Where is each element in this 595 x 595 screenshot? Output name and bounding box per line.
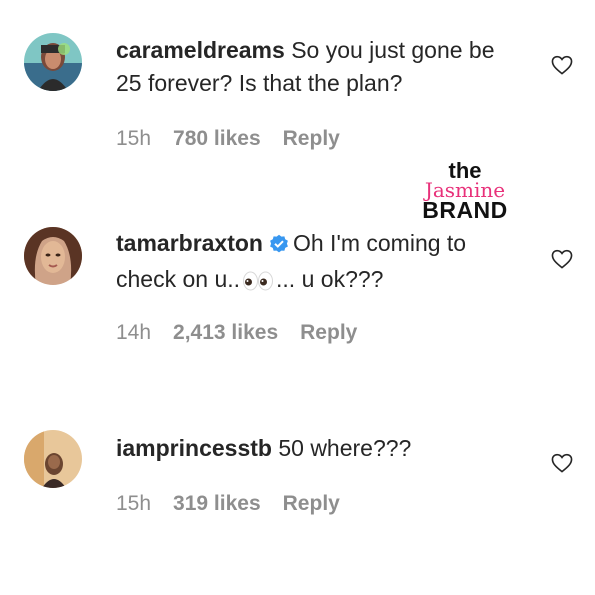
- reply-button[interactable]: Reply: [283, 127, 340, 150]
- comment-body: 50 where???: [278, 435, 412, 461]
- username[interactable]: iamprincesstb: [116, 435, 272, 461]
- likes-count[interactable]: 780 likes: [173, 127, 261, 150]
- likes-count[interactable]: 319 likes: [173, 492, 261, 515]
- username[interactable]: carameldreams: [116, 37, 285, 63]
- heart-icon[interactable]: [551, 249, 573, 269]
- comment-meta: 14h 2,413 likes Reply: [116, 321, 357, 345]
- heart-icon[interactable]: [551, 453, 573, 473]
- heart-icon[interactable]: [551, 55, 573, 75]
- watermark-logo: the Jasmine BRAND: [410, 160, 520, 222]
- eyes-emoji-icon: [242, 267, 274, 300]
- comment-text: tamarbraxton Oh I'm coming to check on u.…: [116, 227, 526, 300]
- likes-count[interactable]: 2,413 likes: [173, 321, 278, 344]
- comment-meta: 15h 319 likes Reply: [116, 492, 340, 516]
- avatar[interactable]: [24, 33, 82, 91]
- timestamp[interactable]: 14h: [116, 321, 151, 344]
- comment-meta: 15h 780 likes Reply: [116, 127, 340, 151]
- comment-text: iamprincesstb 50 where???: [116, 432, 526, 465]
- avatar[interactable]: [24, 227, 82, 285]
- reply-button[interactable]: Reply: [300, 321, 357, 344]
- comment-body-end: ... u ok???: [276, 266, 384, 292]
- verified-badge-icon: [269, 230, 289, 263]
- username[interactable]: tamarbraxton: [116, 230, 263, 256]
- reply-button[interactable]: Reply: [283, 492, 340, 515]
- avatar[interactable]: [24, 430, 82, 488]
- timestamp[interactable]: 15h: [116, 492, 151, 515]
- comment-text: carameldreams So you just gone be 25 for…: [116, 34, 526, 100]
- timestamp[interactable]: 15h: [116, 127, 151, 150]
- watermark-line3: BRAND: [422, 197, 508, 223]
